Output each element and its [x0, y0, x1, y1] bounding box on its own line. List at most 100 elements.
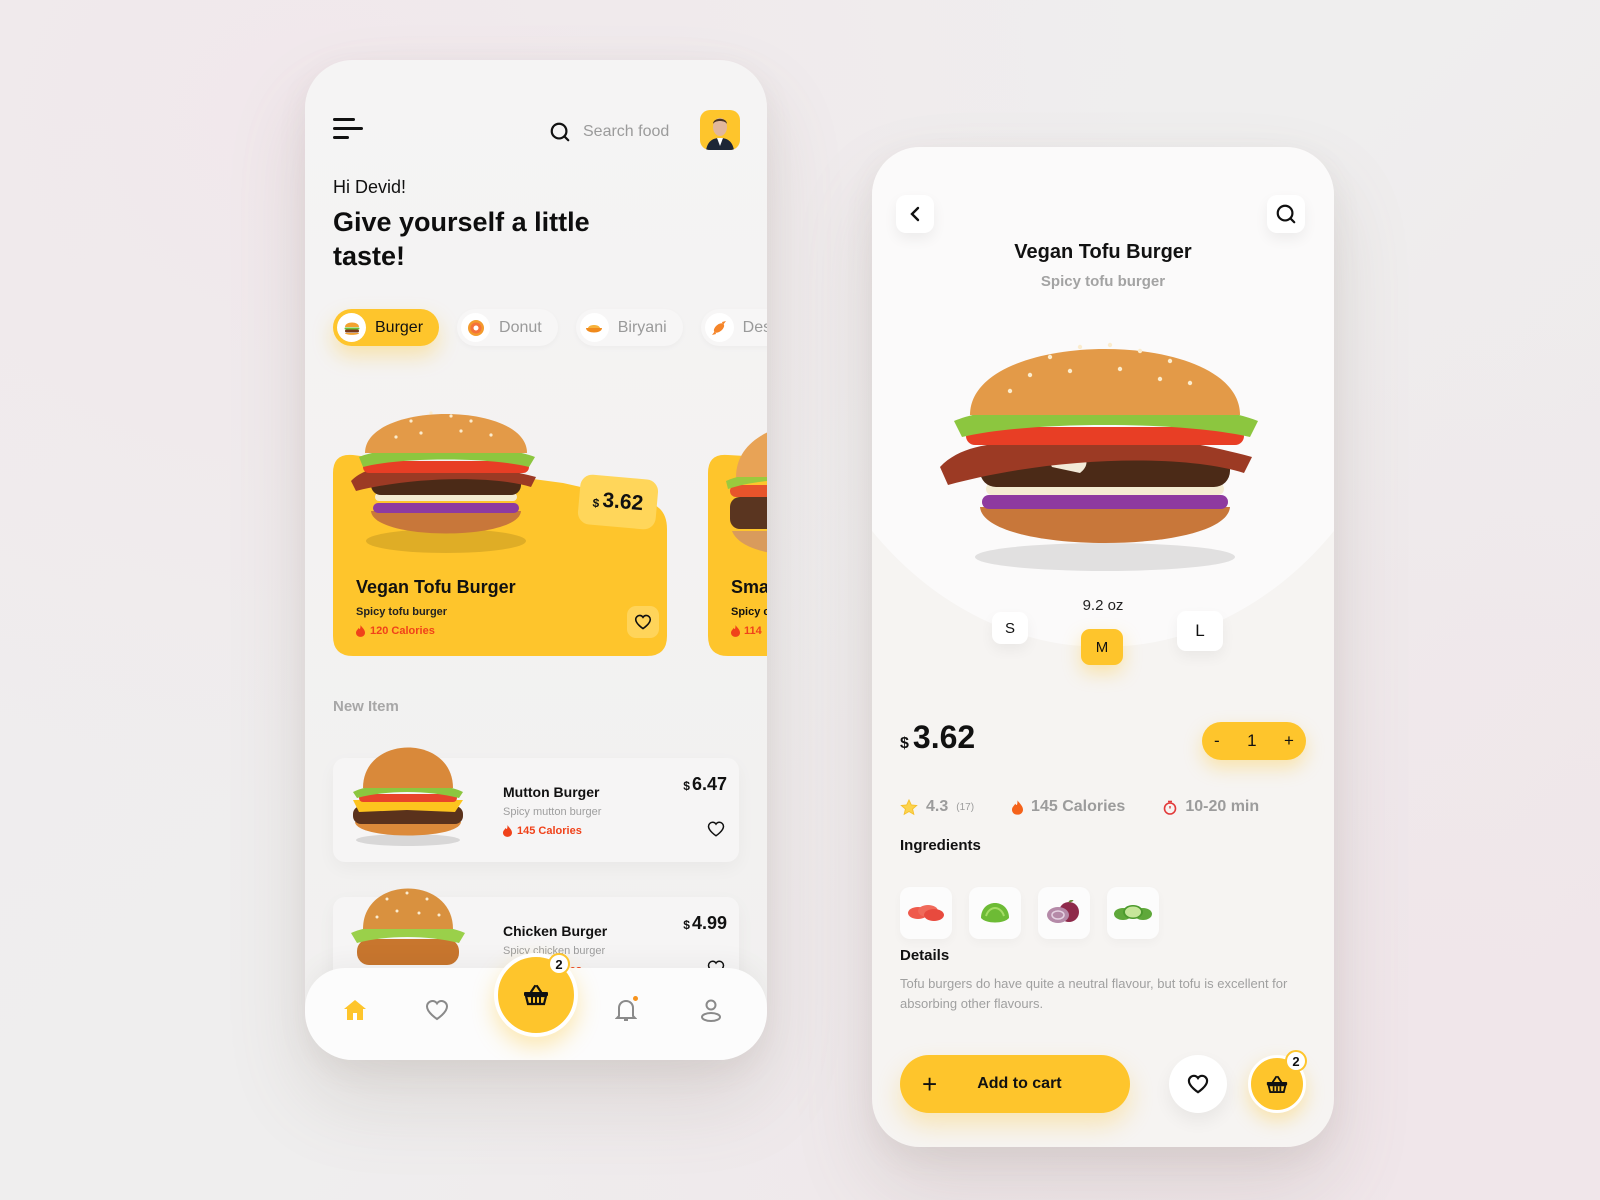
- rating-value: 4.3: [926, 798, 949, 815]
- search-button[interactable]: [1267, 195, 1305, 233]
- calories-text: 145 Calories: [517, 825, 582, 837]
- product-meta: 4.3 (17) 145 Calories 10-20 min: [900, 798, 1259, 816]
- notification-dot: [633, 996, 638, 1001]
- calories: 145 Calories: [1012, 798, 1125, 816]
- star-icon: [900, 798, 918, 815]
- home-screen: Search food Hi Devid! Give yourself a li…: [305, 60, 767, 1060]
- category-biryani[interactable]: Biryani: [575, 309, 683, 346]
- donut-icon: [461, 313, 491, 342]
- timer-icon: [1164, 800, 1177, 815]
- avatar[interactable]: [700, 110, 740, 150]
- candy-icon: [704, 313, 734, 342]
- currency-symbol: $: [683, 918, 690, 932]
- currency-symbol: $: [900, 735, 909, 752]
- category-label: Biryani: [617, 318, 667, 336]
- search-icon: [550, 122, 570, 142]
- search-input[interactable]: Search food: [549, 118, 669, 146]
- item-price: $ 6.47: [683, 774, 727, 795]
- category-tabs: Burger Donut Biryani Dessa: [333, 309, 767, 346]
- product-subtitle: Spicy tofu burger: [1040, 273, 1166, 290]
- cart-button[interactable]: 2: [494, 953, 578, 1037]
- menu-icon: [333, 118, 355, 121]
- nav-profile[interactable]: [693, 992, 729, 1028]
- detail-screen: Vegan Tofu Burger Spicy tofu burger 9.2 …: [872, 147, 1334, 1147]
- nav-favorites[interactable]: [419, 992, 455, 1028]
- decrement-button[interactable]: -: [1214, 731, 1220, 751]
- item-price: $ 4.99: [683, 913, 727, 934]
- rating-count: (17): [956, 801, 975, 813]
- time-text: 10-20 min: [1185, 798, 1260, 815]
- rating: 4.3 (17): [900, 798, 974, 816]
- cart-count-badge: 2: [1285, 1050, 1307, 1072]
- page-title: Give yourself a little taste!: [333, 207, 590, 271]
- favorite-button[interactable]: [627, 606, 659, 638]
- size-large[interactable]: L: [1177, 611, 1223, 651]
- category-dessert[interactable]: Dessa: [700, 309, 767, 346]
- add-to-cart-label: Add to cart: [977, 1075, 1062, 1092]
- weight-label: 9.2 oz: [1082, 597, 1124, 614]
- user-icon: [701, 999, 721, 1022]
- size-small[interactable]: S: [992, 612, 1028, 644]
- menu-icon-line: [333, 127, 363, 130]
- burger-image: [726, 432, 767, 553]
- ingredients-list: [900, 887, 1159, 939]
- heart-icon[interactable]: [707, 820, 725, 838]
- add-to-cart-button[interactable]: + Add to cart: [900, 1055, 1130, 1113]
- burger-image: [940, 342, 1258, 571]
- nav-notifications[interactable]: [608, 992, 644, 1028]
- ingredient-tomato[interactable]: [900, 887, 952, 939]
- favorite-button[interactable]: [1169, 1055, 1227, 1113]
- quantity-stepper: - 1 +: [1202, 722, 1306, 760]
- ingredient-lettuce[interactable]: [969, 887, 1021, 939]
- item-desc: Spicy tofu burger: [356, 606, 448, 618]
- home-icon: [344, 1000, 366, 1020]
- nav-home[interactable]: [337, 992, 373, 1028]
- cart-count-badge: 2: [548, 953, 570, 975]
- back-button[interactable]: [896, 195, 934, 233]
- item-name: Chicken Burger: [503, 923, 608, 939]
- menu-icon-line: [333, 136, 349, 139]
- details-label: Details: [900, 947, 950, 964]
- item-name: Smas: [731, 577, 767, 597]
- item-name: Vegan Tofu Burger: [356, 577, 516, 597]
- chicken-burger-image: [351, 888, 465, 965]
- ingredients-label: Ingredients: [900, 837, 981, 854]
- user-photo: [706, 118, 734, 150]
- increment-button[interactable]: +: [1284, 731, 1294, 751]
- calories: 114: [731, 625, 762, 637]
- category-label: Burger: [375, 318, 424, 336]
- price-value: 3.62: [601, 488, 645, 516]
- size-medium[interactable]: M: [1081, 629, 1123, 665]
- flame-icon: [1012, 799, 1024, 815]
- product-title: Vegan Tofu Burger: [1014, 241, 1192, 263]
- calories: 145 Calories: [503, 825, 582, 837]
- ingredient-cucumber[interactable]: [1107, 887, 1159, 939]
- quantity-value: 1: [1247, 731, 1257, 750]
- category-donut[interactable]: Donut: [457, 309, 558, 346]
- chevron-left-icon: [910, 206, 920, 222]
- featured-card[interactable]: $ 3.62 Vegan Tofu Burger Spicy tofu burg…: [333, 411, 667, 656]
- heart-icon: [634, 614, 652, 630]
- currency-symbol: $: [591, 495, 600, 511]
- mutton-burger-image: [353, 747, 463, 846]
- list-item[interactable]: Mutton Burger Spicy mutton burger 145 Ca…: [333, 747, 739, 862]
- category-burger[interactable]: Burger: [333, 309, 440, 346]
- calories-text: 145 Calories: [1031, 798, 1126, 815]
- cart-button[interactable]: 2: [1248, 1050, 1307, 1113]
- heart-icon: [1187, 1074, 1209, 1094]
- details-text: Tofu burgers do have quite a neutral fla…: [900, 976, 1288, 1011]
- search-placeholder: Search food: [583, 123, 670, 140]
- prep-time: 10-20 min: [1163, 798, 1259, 816]
- calories-text: 114: [744, 625, 762, 637]
- featured-card[interactable]: Smas Spicy c 114: [708, 432, 767, 656]
- burger-icon: [337, 313, 366, 342]
- burger-image: [351, 411, 536, 553]
- search-icon: [1276, 204, 1296, 224]
- bell-icon: [615, 999, 637, 1021]
- ingredient-onion[interactable]: [1038, 887, 1090, 939]
- menu-button[interactable]: [333, 118, 365, 144]
- calories: 120 Calories: [356, 625, 435, 637]
- flame-icon: [356, 625, 365, 637]
- price-value: 4.99: [691, 913, 727, 933]
- currency-symbol: $: [683, 779, 690, 793]
